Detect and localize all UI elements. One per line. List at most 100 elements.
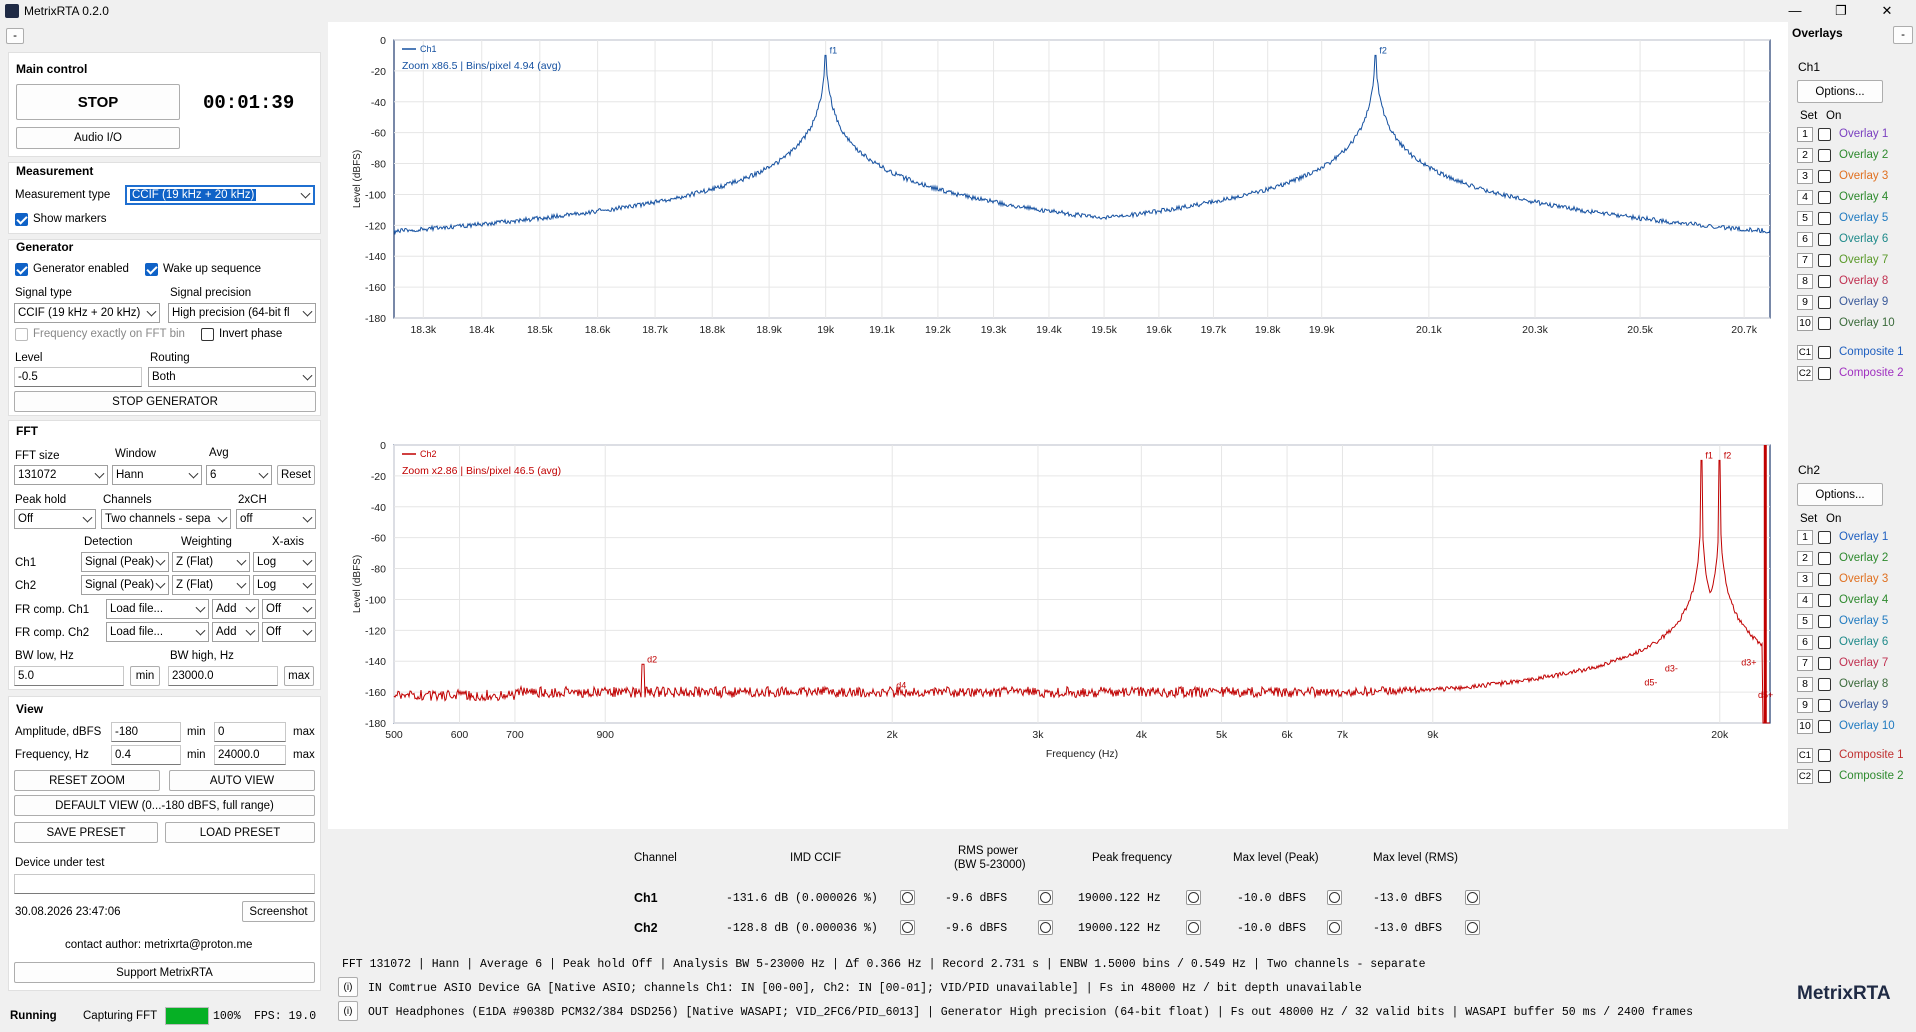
info-icon[interactable]	[1327, 890, 1342, 905]
ch2-overlay-4-set-button[interactable]: 4	[1797, 593, 1813, 608]
ch2-overlay-8-checkbox[interactable]	[1818, 678, 1831, 691]
bw-high-input[interactable]: 23000.0	[168, 666, 278, 686]
generator-enabled-checkbox[interactable]	[15, 263, 28, 276]
ch2-weighting-select[interactable]: Z (Flat)	[172, 575, 250, 595]
invert-phase-checkbox[interactable]	[201, 328, 214, 341]
fr-comp-ch2-add-select[interactable]: Add	[212, 622, 259, 642]
ch1-composite-C1-set-button[interactable]: C1	[1797, 345, 1813, 360]
save-preset-button[interactable]: SAVE PRESET	[14, 822, 158, 843]
minimize-icon[interactable]: —	[1772, 0, 1818, 22]
ch2-overlay-10-set-button[interactable]: 10	[1797, 719, 1813, 734]
avg-reset-button[interactable]: Reset	[277, 465, 315, 485]
ch2-overlay-10-checkbox[interactable]	[1818, 720, 1831, 733]
info-icon[interactable]	[1186, 920, 1201, 935]
stop-generator-button[interactable]: STOP GENERATOR	[14, 391, 316, 412]
freq-max-input[interactable]: 24000.0	[214, 745, 286, 765]
ch1-overlay-3-set-button[interactable]: 3	[1797, 169, 1813, 184]
ch1-overlay-1-checkbox[interactable]	[1818, 128, 1831, 141]
out-info-icon[interactable]: (i)	[338, 1001, 358, 1021]
default-view-button[interactable]: DEFAULT VIEW (0...-180 dBFS, full range)	[14, 795, 315, 816]
ch1-overlay-9-set-button[interactable]: 9	[1797, 295, 1813, 310]
fr-comp-ch2-off-select[interactable]: Off	[262, 622, 316, 642]
signal-precision-select[interactable]: High precision (64-bit fl	[168, 303, 316, 323]
maximize-icon[interactable]: ❐	[1818, 0, 1864, 22]
info-icon[interactable]	[1327, 920, 1342, 935]
ch1-overlay-8-checkbox[interactable]	[1818, 275, 1831, 288]
info-icon[interactable]	[1186, 890, 1201, 905]
ch1-composite-C1-checkbox[interactable]	[1818, 346, 1831, 359]
amp-min-input[interactable]: -180	[111, 722, 181, 742]
ch1-weighting-select[interactable]: Z (Flat)	[172, 552, 250, 572]
window-select[interactable]: Hann	[112, 465, 202, 485]
auto-view-button[interactable]: AUTO VIEW	[169, 770, 315, 791]
info-icon[interactable]	[900, 890, 915, 905]
ch1-overlay-10-checkbox[interactable]	[1818, 317, 1831, 330]
load-preset-button[interactable]: LOAD PRESET	[165, 822, 315, 843]
ch2-overlay-2-checkbox[interactable]	[1818, 552, 1831, 565]
ch2-overlay-9-set-button[interactable]: 9	[1797, 698, 1813, 713]
info-icon[interactable]	[1038, 920, 1053, 935]
ch1-overlay-7-set-button[interactable]: 7	[1797, 253, 1813, 268]
ch1-overlay-2-checkbox[interactable]	[1818, 149, 1831, 162]
ch2-overlay-2-set-button[interactable]: 2	[1797, 551, 1813, 566]
ch2-overlay-4-checkbox[interactable]	[1818, 594, 1831, 607]
measurement-type-select[interactable]: CCIF (19 kHz + 20 kHz)	[125, 185, 315, 205]
ch1-options-button[interactable]: Options...	[1797, 80, 1883, 103]
ch1-composite-C2-checkbox[interactable]	[1818, 367, 1831, 380]
ch2-overlay-1-set-button[interactable]: 1	[1797, 530, 1813, 545]
ch1-overlay-4-checkbox[interactable]	[1818, 191, 1831, 204]
ch1-overlay-1-set-button[interactable]: 1	[1797, 127, 1813, 142]
ch1-overlay-8-set-button[interactable]: 8	[1797, 274, 1813, 289]
ch1-composite-C2-set-button[interactable]: C2	[1797, 366, 1813, 381]
ch2-overlay-5-set-button[interactable]: 5	[1797, 614, 1813, 629]
ch2-overlay-5-checkbox[interactable]	[1818, 615, 1831, 628]
support-button[interactable]: Support MetrixRTA	[14, 962, 315, 983]
screenshot-button[interactable]: Screenshot	[242, 901, 315, 922]
ch2-overlay-7-checkbox[interactable]	[1818, 657, 1831, 670]
ch2-overlay-1-checkbox[interactable]	[1818, 531, 1831, 544]
ch1-overlay-7-checkbox[interactable]	[1818, 254, 1831, 267]
ch2-composite-C2-checkbox[interactable]	[1818, 770, 1831, 783]
bw-high-max-button[interactable]: max	[284, 666, 314, 686]
stop-button[interactable]: STOP	[16, 84, 180, 120]
show-markers-checkbox[interactable]	[15, 213, 28, 226]
info-icon[interactable]	[1465, 890, 1480, 905]
signal-type-select[interactable]: CCIF (19 kHz + 20 kHz)	[14, 303, 160, 323]
freq-min-input[interactable]: 0.4	[111, 745, 181, 765]
freq-exact-checkbox[interactable]	[15, 328, 28, 341]
ch2-overlay-6-checkbox[interactable]	[1818, 636, 1831, 649]
ch1-overlay-2-set-button[interactable]: 2	[1797, 148, 1813, 163]
info-icon[interactable]	[900, 920, 915, 935]
ch2-spectrum-chart[interactable]: 0 -20 -40 -60 -80 -100 -120 -140 -160 -180500 600 7…	[328, 427, 1788, 827]
ch2-overlay-3-set-button[interactable]: 3	[1797, 572, 1813, 587]
collapse-overlays-button[interactable]: -	[1893, 26, 1913, 44]
ch2-overlay-7-set-button[interactable]: 7	[1797, 656, 1813, 671]
ch1-overlay-6-set-button[interactable]: 6	[1797, 232, 1813, 247]
peak-hold-select[interactable]: Off	[14, 509, 96, 529]
bw-low-min-button[interactable]: min	[130, 666, 160, 686]
collapse-left-button[interactable]: -	[6, 28, 24, 44]
fft-size-select[interactable]: 131072	[14, 465, 108, 485]
fr-comp-ch2-load-select[interactable]: Load file...	[106, 622, 209, 642]
ch2-xaxis-select[interactable]: Log	[253, 575, 316, 595]
ch1-overlay-3-checkbox[interactable]	[1818, 170, 1831, 183]
bw-low-input[interactable]: 5.0	[14, 666, 124, 686]
dut-input[interactable]	[14, 874, 315, 894]
reset-zoom-button[interactable]: RESET ZOOM	[14, 770, 160, 791]
ch1-overlay-5-set-button[interactable]: 5	[1797, 211, 1813, 226]
ch2-composite-C1-checkbox[interactable]	[1818, 749, 1831, 762]
ch1-overlay-5-checkbox[interactable]	[1818, 212, 1831, 225]
info-icon[interactable]	[1038, 890, 1053, 905]
ch2-overlay-3-checkbox[interactable]	[1818, 573, 1831, 586]
ch2-overlay-8-set-button[interactable]: 8	[1797, 677, 1813, 692]
info-icon[interactable]	[1465, 920, 1480, 935]
x2ch-select[interactable]: off	[236, 509, 316, 529]
amp-max-input[interactable]: 0	[214, 722, 286, 742]
fr-comp-ch1-off-select[interactable]: Off	[262, 599, 316, 619]
audio-io-button[interactable]: Audio I/O	[16, 127, 180, 149]
ch1-xaxis-select[interactable]: Log	[253, 552, 316, 572]
routing-select[interactable]: Both	[148, 367, 316, 387]
ch1-detection-select[interactable]: Signal (Peak)	[81, 552, 169, 572]
ch2-overlay-9-checkbox[interactable]	[1818, 699, 1831, 712]
ch2-overlay-6-set-button[interactable]: 6	[1797, 635, 1813, 650]
